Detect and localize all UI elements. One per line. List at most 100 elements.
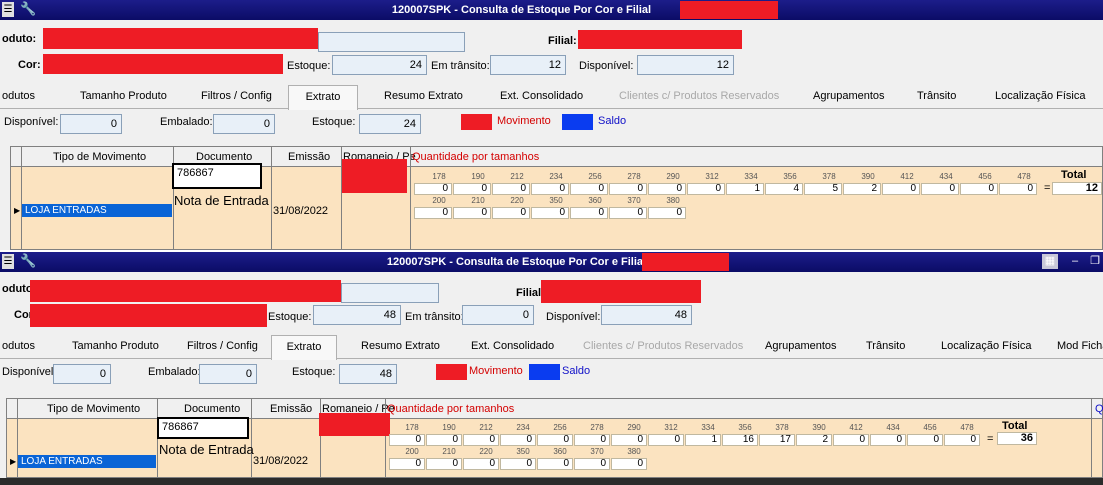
col-documento[interactable]: Documento [196,151,252,163]
size-row-2-qty-360: 0 [570,207,608,219]
tab-mod-ficha[interactable]: Mod Ficha [1057,340,1103,352]
sum-embalado-field[interactable]: 0 [199,364,257,384]
tipo-movimento-cell[interactable]: LOJA ENTRADAS [18,455,156,468]
col-tipo-movimento[interactable]: Tipo de Movimento [53,151,146,163]
tab-agrupamentos[interactable]: Agrupamentos [765,340,837,352]
tab-clientes-reservados: Clientes c/ Produtos Reservados [619,90,780,102]
tab-tamanho-produto[interactable]: Tamanho Produto [80,90,167,102]
size-row-1-qty-456: 0 [960,183,998,195]
tab-extrato[interactable]: Extrato [271,335,337,360]
tab-localizacao-fisica[interactable]: Localização Física [995,90,1086,102]
size-label-370: 370 [590,447,604,456]
size-row-1-qty-412: 0 [882,183,920,195]
restore-icon[interactable]: ❐ [1088,254,1102,269]
documento-cell[interactable]: 786867 [157,417,249,439]
disponivel-field[interactable]: 48 [601,305,692,325]
movimento-swatch [436,364,467,380]
sum-disponivel-field[interactable]: 0 [60,114,122,134]
tab-produtos[interactable]: odutos [2,90,35,102]
size-label-456: 456 [978,172,992,181]
disponivel-label: Disponível: [579,60,634,72]
produto-desc-field[interactable] [318,32,465,52]
tab-agrupamentos[interactable]: Agrupamentos [813,90,885,102]
sum-estoque-field[interactable]: 24 [359,114,421,134]
taskbar-strip [0,478,1103,485]
saldo-swatch [529,364,560,380]
size-row-2-qty-360: 0 [537,458,573,470]
sum-disponivel-field[interactable]: 0 [53,364,111,384]
size-row-1-qty-278: 0 [609,183,647,195]
col-sep [385,399,386,477]
tab-resumo-extrato[interactable]: Resumo Extrato [361,340,440,352]
estoque-field[interactable]: 48 [313,305,401,325]
size-row-1-qty-478: 0 [999,183,1037,195]
minimize-icon[interactable]: ‒ [1068,254,1082,269]
produto-desc-field[interactable] [341,283,439,303]
size-row-1-qty-290: 0 [611,434,647,446]
emissao-cell: 31/08/2022 [253,455,309,467]
documento-cell[interactable]: 786867 [172,163,262,189]
size-label-478: 478 [1017,172,1031,181]
redacted-filial [578,30,742,49]
col-extra-q[interactable]: Q [1095,403,1103,415]
saldo-legend: Saldo [562,365,591,377]
tab-transito[interactable]: Trânsito [866,340,905,352]
col-sep [1091,399,1092,477]
total-value: 12 [1052,182,1102,195]
size-label-312: 312 [705,172,719,181]
grid-icon[interactable]: ▦ [1042,254,1058,269]
tab-ext-consolidado[interactable]: Ext. Consolidado [500,90,583,102]
size-row-1-qty-378: 5 [804,183,842,195]
size-row-2-qty-380: 0 [611,458,647,470]
sum-embalado-field[interactable]: 0 [213,114,275,134]
estoque-field[interactable]: 24 [332,55,427,75]
tab-filtros-config[interactable]: Filtros / Config [187,340,258,352]
size-row-1-qty-390: 2 [796,434,832,446]
size-row-1-qty-434: 0 [921,183,959,195]
tab-tamanho-produto[interactable]: Tamanho Produto [72,340,159,352]
size-label-190: 190 [471,172,485,181]
tab-localizacao-fisica[interactable]: Localização Física [941,340,1032,352]
size-label-278: 278 [590,423,604,432]
col-documento[interactable]: Documento [184,403,240,415]
tab-extrato[interactable]: Extrato [288,85,358,110]
disponivel-field[interactable]: 12 [637,55,734,75]
transito-field[interactable]: 0 [462,305,534,325]
transito-field[interactable]: 12 [490,55,566,75]
size-row-1-qty-190: 0 [453,183,491,195]
total-label: Total [1061,169,1087,181]
size-row-2-qty-220: 0 [492,207,530,219]
tipo-movimento-cell[interactable]: LOJA ENTRADAS [22,204,172,217]
tab-ext-consolidado[interactable]: Ext. Consolidado [471,340,554,352]
tab-produtos[interactable]: odutos [2,340,35,352]
size-label-390: 390 [861,172,875,181]
sum-estoque-field[interactable]: 48 [339,364,397,384]
size-label-434: 434 [939,172,953,181]
size-row-2-qty-210: 0 [453,207,491,219]
size-label-256: 256 [553,423,567,432]
size-label-210: 210 [471,196,485,205]
col-emissao[interactable]: Emissão [270,403,312,415]
saldo-legend: Saldo [598,115,627,127]
col-tipo-movimento[interactable]: Tipo de Movimento [47,403,140,415]
size-label-434: 434 [886,423,900,432]
col-sep [320,399,321,477]
tab-resumo-extrato[interactable]: Resumo Extrato [384,90,463,102]
tab-filtros-config[interactable]: Filtros / Config [201,90,272,102]
size-label-212: 212 [510,172,524,181]
size-row-2-qty-350: 0 [531,207,569,219]
col-emissao[interactable]: Emissão [288,151,330,163]
redacted-filial-title [642,253,729,271]
col-quantidade-tamanhos[interactable]: Quantidade por tamanhos [412,151,539,163]
size-row-1-qty-356: 16 [722,434,758,446]
size-row-1-qty-234: 0 [531,183,569,195]
produto-label: oduto: [2,33,37,45]
transito-label: Em trânsito: [431,60,490,72]
col-quantidade-tamanhos[interactable]: Quantidade por tamanhos [387,403,514,415]
size-row-1-qty-390: 2 [843,183,881,195]
tab-transito[interactable]: Trânsito [917,90,956,102]
size-row-2-qty-220: 0 [463,458,499,470]
equals-sign: = [987,433,994,445]
size-label-380: 380 [666,196,680,205]
size-row-1-qty-212: 0 [463,434,499,446]
